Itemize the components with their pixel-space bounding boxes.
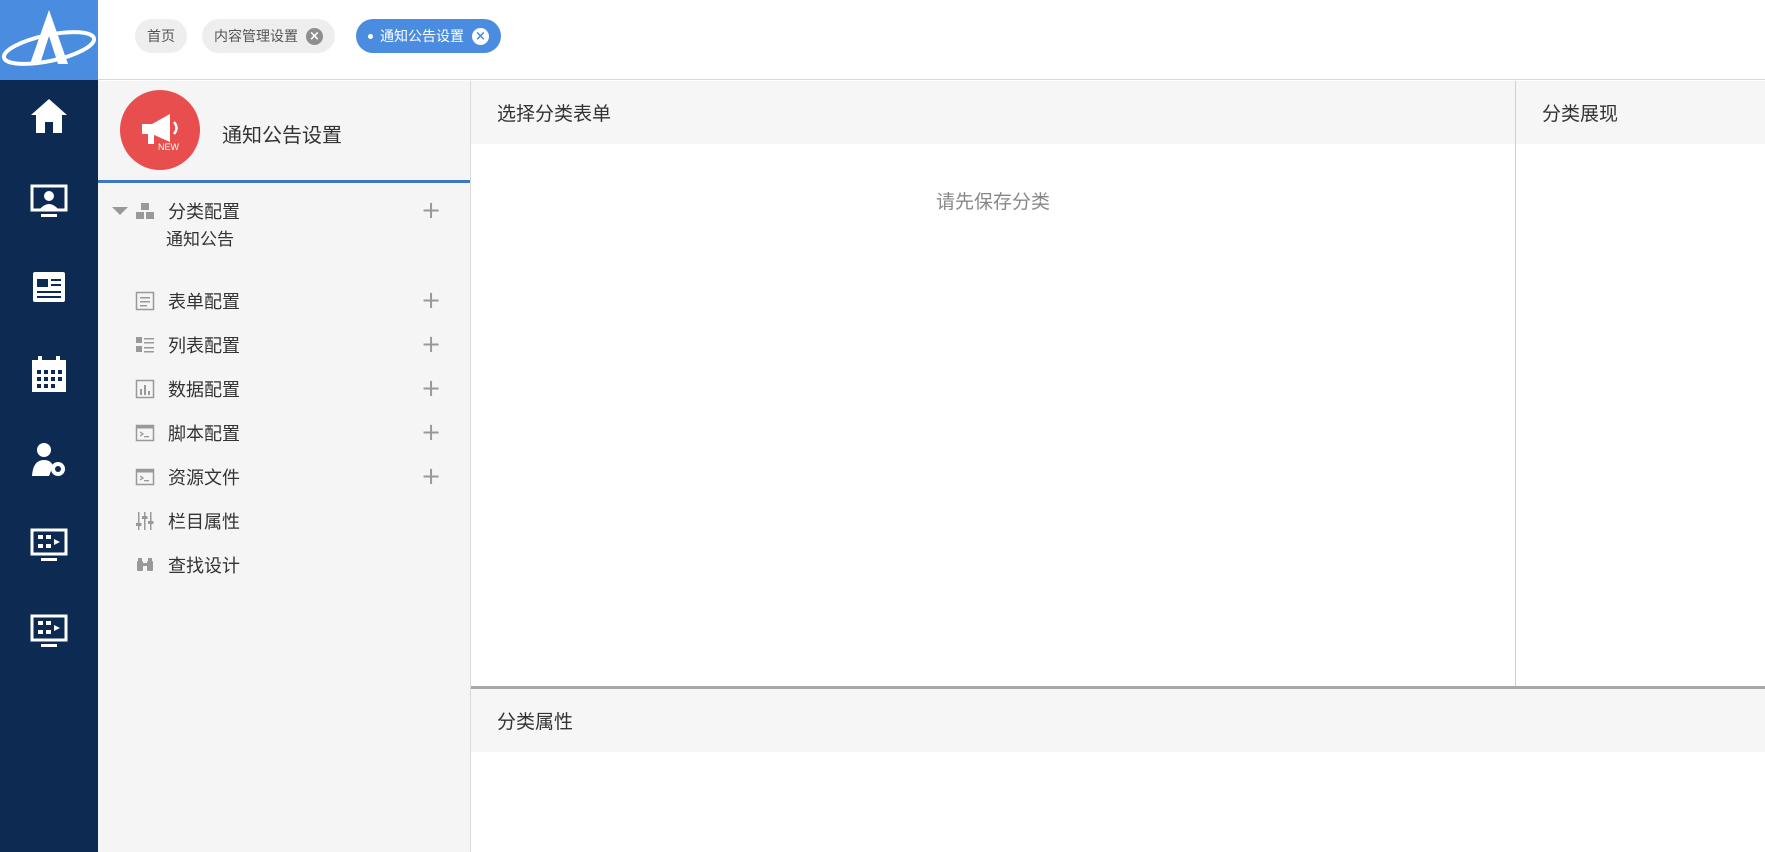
form-icon	[135, 291, 155, 311]
tree-item-category-config[interactable]: 分类配置 +	[98, 187, 470, 235]
tree-child-notice[interactable]: 通知公告	[166, 225, 234, 250]
chart-icon	[135, 379, 155, 399]
badge-text: NEW	[158, 142, 180, 152]
tree-item-label: 脚本配置	[168, 424, 240, 445]
tree-item-script-config[interactable]: 脚本配置 +	[98, 409, 470, 457]
add-icon[interactable]: +	[418, 196, 444, 224]
panel-title: 选择分类表单	[471, 81, 1515, 144]
add-icon[interactable]: +	[418, 418, 444, 446]
tab-notice-settings[interactable]: 通知公告设置 ×	[356, 19, 501, 53]
add-icon[interactable]: +	[418, 374, 444, 402]
tab-label: 内容管理设置	[214, 29, 298, 45]
sliders-icon	[136, 512, 154, 530]
tree-item-column-properties[interactable]: 栏目属性	[98, 497, 470, 545]
close-icon[interactable]: ×	[306, 27, 323, 45]
category-icon	[136, 203, 154, 219]
user-settings-icon[interactable]	[0, 430, 98, 490]
tree-title: 通知公告设置	[222, 123, 342, 147]
tree-item-label: 查找设计	[168, 556, 240, 577]
app-logo[interactable]	[0, 0, 98, 80]
megaphone-badge-icon: NEW	[120, 90, 200, 170]
active-dot-icon	[368, 33, 373, 39]
tab-content-management[interactable]: 内容管理设置 ×	[202, 19, 335, 53]
tree-item-form-config[interactable]: 表单配置 +	[98, 277, 470, 325]
news-icon[interactable]	[0, 258, 98, 318]
script-icon	[135, 424, 155, 442]
tree-item-search-design[interactable]: 查找设计	[98, 541, 470, 589]
main-nav-rail	[0, 0, 100, 852]
tab-bar: 首页 内容管理设置 × 通知公告设置 ×	[98, 0, 1765, 80]
tree-item-label: 列表配置	[168, 336, 240, 357]
flow-monitor-icon[interactable]	[0, 602, 98, 662]
caret-down-icon[interactable]	[112, 207, 128, 215]
category-display-panel: 分类展现	[1516, 81, 1765, 687]
tree-item-data-config[interactable]: 数据配置 +	[98, 365, 470, 413]
panel-title: 分类展现	[1516, 81, 1765, 144]
flow-monitor-icon[interactable]	[0, 516, 98, 576]
panel-title: 分类属性	[471, 689, 1765, 752]
add-icon[interactable]: +	[418, 330, 444, 358]
tree-item-label: 表单配置	[168, 292, 240, 313]
list-icon	[136, 337, 154, 353]
tree-item-label: 分类配置	[168, 202, 240, 223]
user-monitor-icon[interactable]	[0, 172, 98, 232]
config-tree-panel: NEW 通知公告设置 分类配置 + 通知公告 表单配置 + 列表配置 + 数据配…	[98, 81, 471, 852]
script-icon	[135, 468, 155, 486]
select-form-panel: 选择分类表单 请先保存分类	[471, 81, 1516, 687]
tree-item-label: 数据配置	[168, 380, 240, 401]
close-icon[interactable]: ×	[472, 27, 489, 45]
tab-label: 首页	[147, 29, 175, 45]
tree-item-label: 栏目属性	[168, 512, 240, 533]
tree-header: NEW 通知公告设置	[98, 81, 470, 183]
tab-home[interactable]: 首页	[135, 19, 187, 53]
empty-message: 请先保存分类	[935, 191, 1050, 213]
tree-item-resource-files[interactable]: 资源文件 +	[98, 453, 470, 501]
calendar-icon[interactable]	[0, 344, 98, 404]
tree-item-list-config[interactable]: 列表配置 +	[98, 321, 470, 369]
home-icon[interactable]	[0, 86, 98, 146]
tab-label: 通知公告设置	[380, 29, 464, 45]
add-icon[interactable]: +	[418, 286, 444, 314]
add-icon[interactable]: +	[418, 462, 444, 490]
binoculars-icon	[137, 558, 153, 571]
tree-item-label: 资源文件	[168, 468, 240, 489]
category-properties-panel: 分类属性	[471, 689, 1765, 852]
